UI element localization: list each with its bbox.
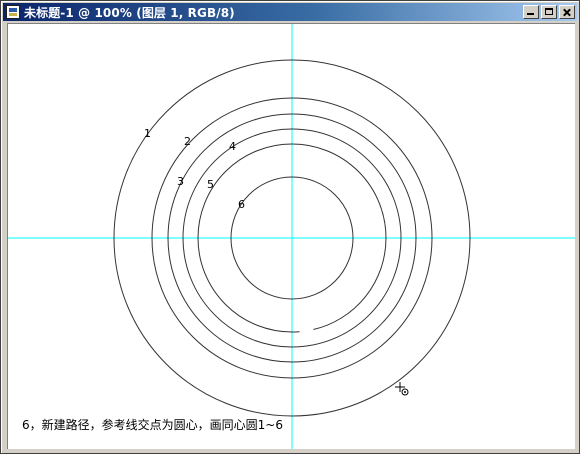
document-window: 未标题-1 @ 100% (图层 1, RGB/8) 1 2 3 4 5 6 6… — [0, 0, 580, 454]
circle-label-4: 4 — [229, 140, 236, 153]
window-controls — [521, 5, 575, 19]
close-button[interactable] — [559, 5, 575, 19]
circle-label-5: 5 — [207, 178, 214, 191]
title-bar[interactable]: 未标题-1 @ 100% (图层 1, RGB/8) — [3, 3, 577, 21]
document-canvas[interactable]: 1 2 3 4 5 6 6，新建路径，参考线交点为圆心，画同心圆1~6 — [7, 23, 575, 449]
document-icon — [6, 5, 20, 19]
circle-label-3: 3 — [177, 175, 184, 188]
minimize-button[interactable] — [523, 5, 539, 19]
circle-label-1: 1 — [144, 127, 151, 140]
circle-label-6: 6 — [238, 198, 245, 211]
window-title: 未标题-1 @ 100% (图层 1, RGB/8) — [24, 5, 235, 20]
canvas-drawing — [8, 24, 575, 449]
step-caption: 6，新建路径，参考线交点为圆心，画同心圆1~6 — [22, 418, 283, 432]
circle-label-2: 2 — [184, 135, 191, 148]
crosshair-cursor-icon — [395, 382, 409, 396]
maximize-button[interactable] — [541, 5, 557, 19]
